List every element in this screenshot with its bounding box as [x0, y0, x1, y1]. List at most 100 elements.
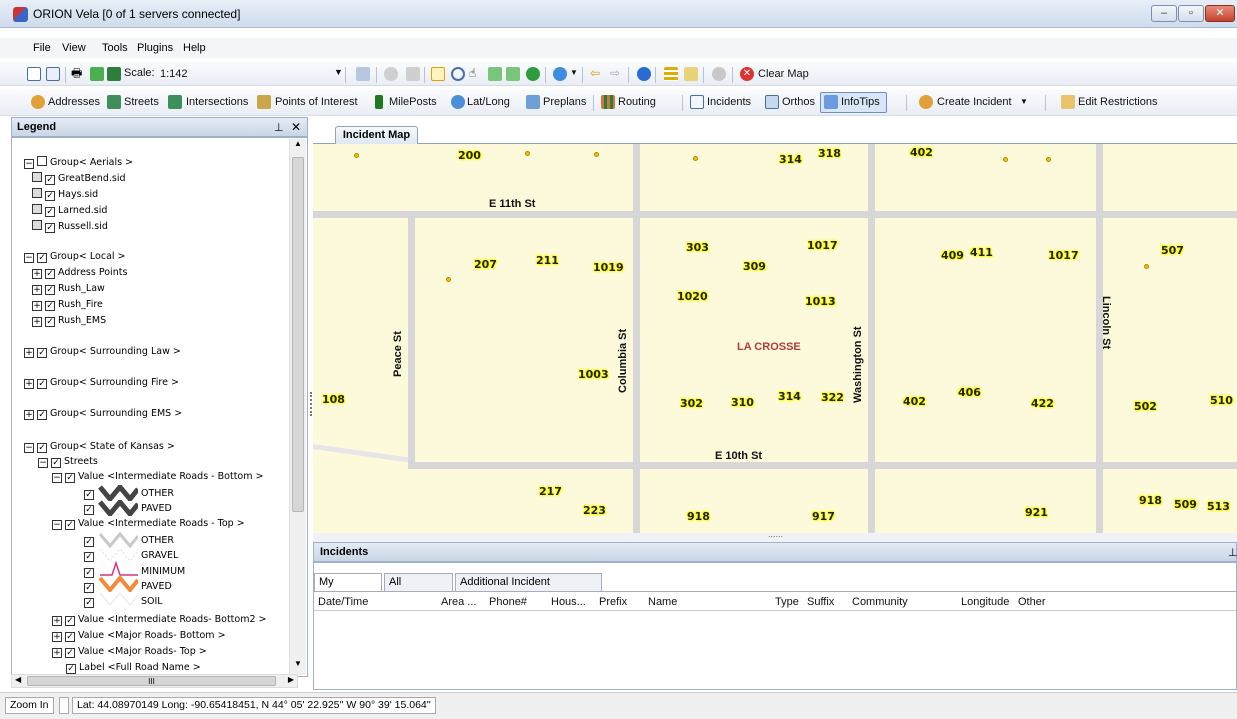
create-incident-button[interactable]: Create Incident	[937, 96, 1012, 108]
address-label[interactable]: 411	[970, 246, 993, 259]
clear-map-button[interactable]: Clear Map	[758, 68, 809, 80]
address-label[interactable]: 406	[958, 386, 981, 399]
address-point[interactable]	[1003, 157, 1008, 162]
address-label[interactable]: 1019	[593, 261, 624, 274]
column-house[interactable]: Hous...	[551, 596, 586, 608]
address-label[interactable]: 513	[1207, 500, 1230, 513]
address-label[interactable]: 409	[941, 249, 964, 262]
legend-pin-icon[interactable]: ⊥	[274, 121, 284, 134]
address-label[interactable]: 502	[1134, 400, 1157, 413]
legend-value[interactable]: ✓ PAVED	[84, 503, 172, 515]
address-label[interactable]: 108	[322, 393, 345, 406]
report-icon[interactable]	[46, 67, 60, 81]
address-label[interactable]: 217	[539, 485, 562, 498]
address-label[interactable]: 310	[731, 396, 754, 409]
locate-grey-icon[interactable]	[712, 67, 726, 81]
print-icon[interactable]: 🖶	[71, 66, 82, 80]
address-label[interactable]: 318	[818, 147, 841, 160]
close-button[interactable]: ✕	[1205, 5, 1235, 22]
legend-value-group[interactable]: + ✓ Value <Major Roads- Bottom >	[52, 630, 226, 642]
legend-layer[interactable]: ✓ GreatBend.sid	[32, 172, 126, 185]
legend-layer[interactable]: ✓ Larned.sid	[32, 204, 107, 217]
legend-value-group[interactable]: + ✓ Value <Major Roads- Top >	[52, 646, 207, 658]
mileposts-button[interactable]: MilePosts	[389, 96, 437, 108]
column-date-time[interactable]: Date/Time	[318, 596, 368, 608]
back-arrow-icon[interactable]: ⇦	[590, 66, 600, 80]
address-point[interactable]	[594, 152, 599, 157]
refresh-map-icon[interactable]	[526, 67, 540, 81]
world-dropdown-icon[interactable]: ▼	[570, 68, 578, 77]
address-label[interactable]: 921	[1025, 506, 1048, 519]
pan-hand-icon[interactable]: ☝	[469, 66, 476, 80]
column-prefix[interactable]: Prefix	[599, 596, 627, 608]
tab-all-incidents[interactable]: All Incidents	[384, 573, 453, 604]
address-point[interactable]	[693, 156, 698, 161]
panel-splitter[interactable]	[310, 392, 312, 416]
legend-layer[interactable]: + ✓ Rush_Law	[32, 283, 105, 295]
zoom-in-icon[interactable]	[431, 67, 445, 81]
legend-layer[interactable]: ✓ Russell.sid	[32, 220, 108, 233]
tab-my-incidents[interactable]: My Incidents	[314, 573, 382, 604]
column-suffix[interactable]: Suffix	[807, 596, 834, 608]
legend-label-group[interactable]: ✓ Label <Full Road Name >	[66, 662, 201, 674]
legend-layer-streets[interactable]: − ✓ Streets	[38, 456, 98, 468]
legend-group-local[interactable]: − ✓ Group< Local >	[24, 251, 126, 263]
menu-tools[interactable]: Tools	[102, 42, 128, 54]
zoom-full-icon[interactable]	[506, 67, 520, 81]
minimize-button[interactable]: –	[1151, 5, 1177, 22]
world-icon[interactable]	[553, 67, 567, 81]
create-incident-dropdown-icon[interactable]: ▼	[1020, 97, 1028, 106]
address-label[interactable]: 507	[1161, 244, 1184, 257]
column-area[interactable]: Area ...	[441, 596, 476, 608]
address-label[interactable]: 509	[1174, 498, 1197, 511]
address-label[interactable]: 1020	[677, 290, 708, 303]
preplans-button[interactable]: Preplans	[543, 96, 586, 108]
menu-plugins[interactable]: Plugins	[137, 42, 173, 54]
legend-value-group[interactable]: − ✓ Value <Intermediate Roads - Top >	[52, 518, 245, 530]
legend-group-aerials[interactable]: − Group< Aerials >	[24, 156, 133, 169]
streets-button[interactable]: Streets	[124, 96, 159, 108]
edit-restrictions-button[interactable]: Edit Restrictions	[1078, 96, 1157, 108]
legend-value[interactable]: ✓ OTHER	[84, 535, 174, 547]
measure-icon[interactable]	[664, 67, 678, 81]
address-label[interactable]: 1003	[578, 368, 609, 381]
address-label[interactable]: 223	[583, 504, 606, 517]
layer-icon[interactable]	[90, 67, 104, 81]
horizontal-splitter[interactable]: ......	[313, 529, 1237, 542]
address-label[interactable]: 918	[1139, 494, 1162, 507]
address-label[interactable]: 1017	[807, 239, 838, 252]
intersections-button[interactable]: Intersections	[186, 96, 248, 108]
legend-value[interactable]: ✓ SOIL	[84, 596, 163, 608]
address-label[interactable]: 402	[910, 146, 933, 159]
column-other[interactable]: Other	[1018, 596, 1046, 608]
layout-icon[interactable]	[27, 67, 41, 81]
address-label[interactable]: 302	[680, 397, 703, 410]
legend-value-group[interactable]: − ✓ Value <Intermediate Roads - Bottom >	[52, 471, 263, 483]
tab-incident-map[interactable]: Incident Map	[335, 126, 418, 144]
address-point[interactable]	[446, 277, 451, 282]
address-label[interactable]: 314	[779, 153, 802, 166]
column-type[interactable]: Type	[775, 596, 799, 608]
globe-grey-icon[interactable]	[384, 67, 398, 81]
legend-value-group[interactable]: + ✓ Value <Intermediate Roads- Bottom2 >	[52, 614, 266, 626]
menu-file[interactable]: File	[33, 42, 51, 54]
tab-additional-incident-information[interactable]: Additional Incident Information	[455, 573, 602, 604]
legend-layer[interactable]: + ✓ Rush_Fire	[32, 299, 103, 311]
legend-close-icon[interactable]: ✕	[291, 120, 301, 134]
zoom-out-icon[interactable]	[451, 67, 465, 81]
legend-group-surrounding-fire[interactable]: + ✓ Group< Surrounding Fire >	[24, 377, 179, 389]
incidents-button[interactable]: Incidents	[707, 96, 751, 108]
infotips-button[interactable]: InfoTips	[841, 96, 880, 108]
legend-layer[interactable]: + ✓ Rush_EMS	[32, 315, 106, 327]
incident-map[interactable]: E 11th St E 10th St Peace St Columbia St…	[313, 144, 1237, 533]
address-label[interactable]: 917	[812, 510, 835, 523]
incidents-pin-icon[interactable]: ⊥	[1228, 546, 1237, 559]
column-longitude[interactable]: Longitude	[961, 596, 1009, 608]
select-icon[interactable]	[356, 67, 370, 81]
measure-area-icon[interactable]	[684, 67, 698, 81]
address-label[interactable]: 322	[821, 391, 844, 404]
maximize-button[interactable]: ▫	[1178, 5, 1204, 22]
legend-value[interactable]: ✓ OTHER	[84, 488, 174, 500]
zoom-extent-icon[interactable]	[488, 67, 502, 81]
points-of-interest-button[interactable]: Points of Interest	[275, 96, 358, 108]
